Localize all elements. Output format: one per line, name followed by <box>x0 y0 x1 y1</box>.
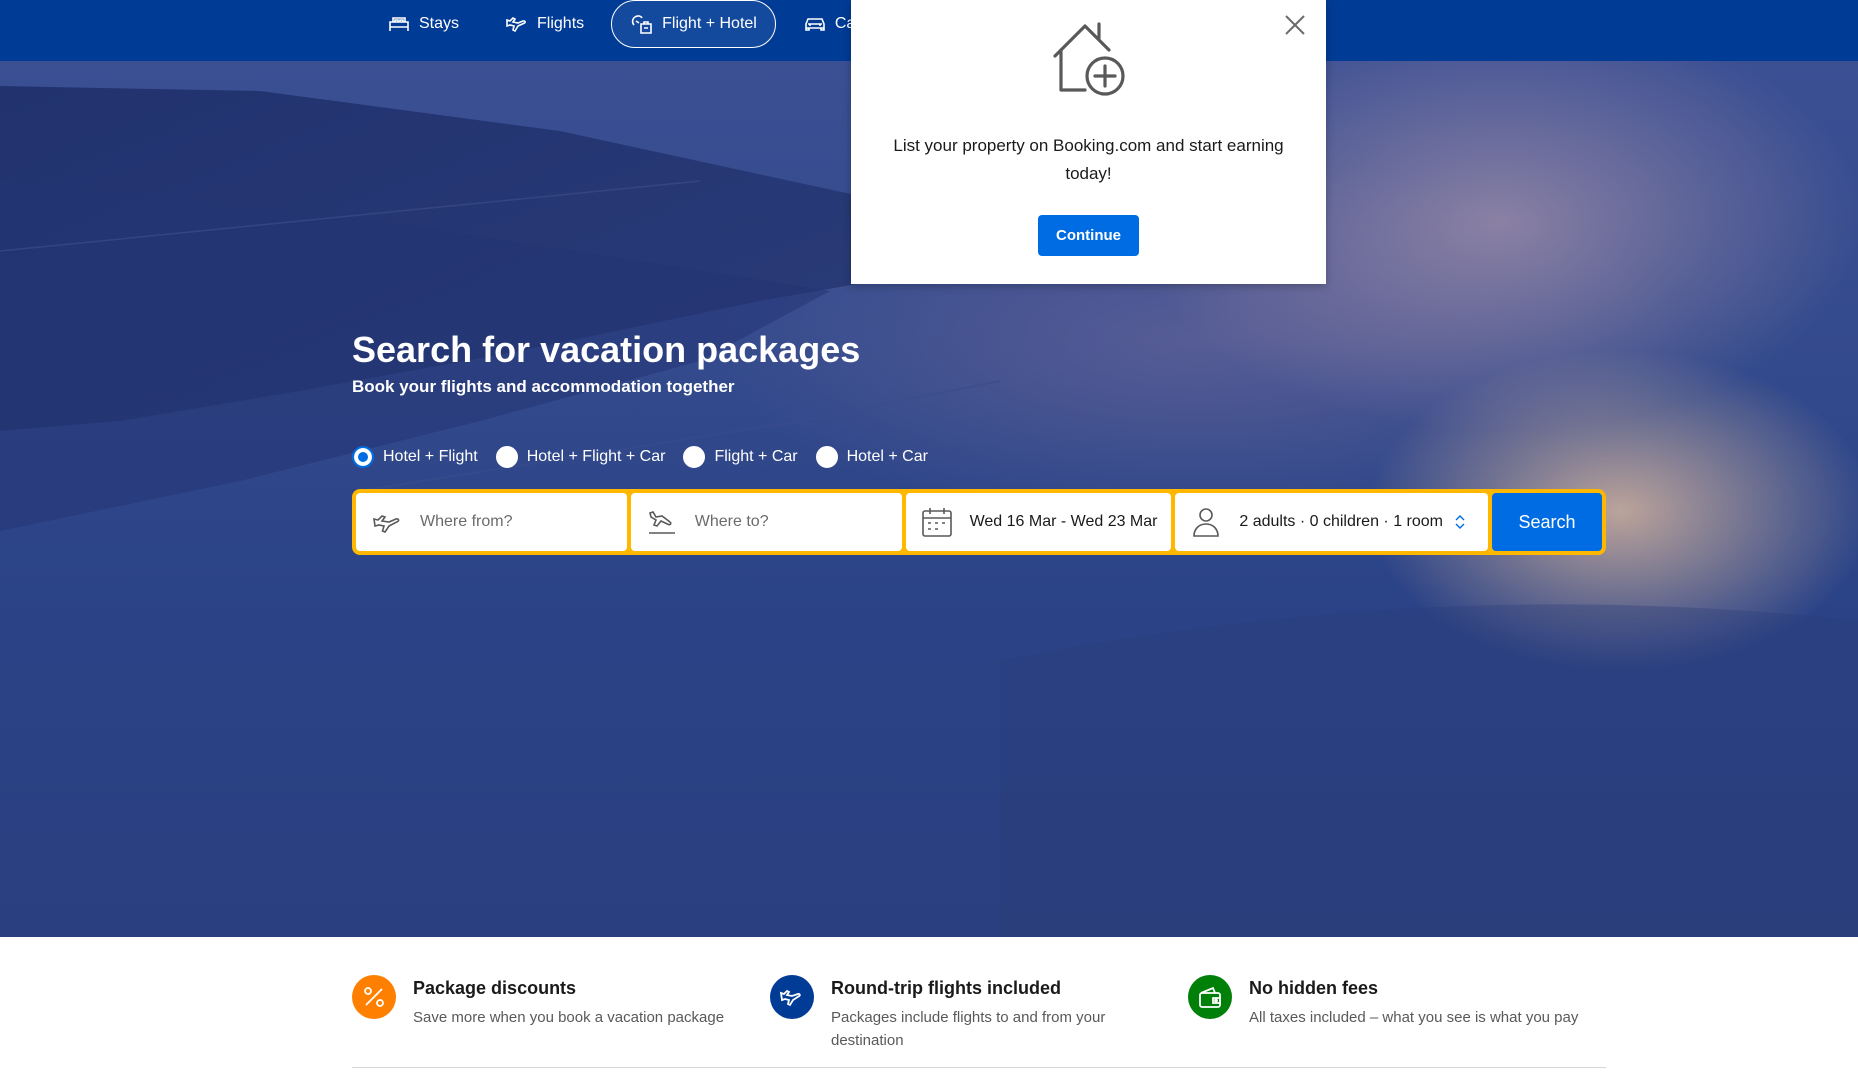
feature-title: No hidden fees <box>1249 978 1379 998</box>
origin-field[interactable] <box>356 493 627 551</box>
occupancy-value: 2 adults · 0 children · 1 room <box>1239 513 1443 530</box>
search-bar: Wed 16 Mar - Wed 23 Mar 2 adults · 0 chi… <box>352 489 1606 555</box>
occupancy-selector[interactable]: 2 adults · 0 children · 1 room <box>1175 493 1489 551</box>
page-title: Search for vacation packages <box>352 329 861 370</box>
percent-icon <box>352 975 396 1019</box>
radio-label: Hotel + Flight + Car <box>526 448 666 465</box>
wallet-icon <box>1188 975 1232 1019</box>
feature-no-hidden-fees: No hidden fees All taxes included – what… <box>1188 975 1606 1052</box>
search-button[interactable]: Search <box>1492 493 1602 551</box>
feature-list: Package discounts Save more when you boo… <box>352 975 1606 1052</box>
radio-label: Flight + Car <box>714 448 798 465</box>
nav-tabs: Stays Flights Flight + Hotel Car r <box>368 0 897 48</box>
destination-field[interactable] <box>630 493 902 551</box>
takeoff-icon <box>370 505 404 539</box>
house-plus-icon <box>1053 22 1125 96</box>
tab-stays[interactable]: Stays <box>368 0 478 48</box>
car-icon <box>803 12 827 36</box>
chevron-up-down-icon <box>1455 515 1465 529</box>
tab-label: Flights <box>537 15 585 32</box>
close-icon[interactable] <box>1284 14 1306 36</box>
flight-hotel-icon <box>630 12 654 36</box>
radio-button[interactable] <box>683 446 706 468</box>
radio-flight-car[interactable]: Flight + Car <box>683 446 798 468</box>
origin-input[interactable] <box>420 513 590 531</box>
feature-title: Package discounts <box>413 978 577 998</box>
list-property-popup: List your property on Booking.com and st… <box>851 0 1326 284</box>
plane-icon <box>505 12 529 36</box>
tab-label: Flight + Hotel <box>662 15 757 32</box>
radio-button[interactable] <box>815 446 838 468</box>
landing-icon <box>645 505 679 539</box>
tab-flights[interactable]: Flights <box>486 0 603 48</box>
radio-hotel-flight-car[interactable]: Hotel + Flight + Car <box>495 446 666 468</box>
person-icon <box>1189 505 1223 539</box>
package-type-selector: Hotel + Flight Hotel + Flight + Car Flig… <box>352 446 946 468</box>
date-range-value: Wed 16 Mar - Wed 23 Mar <box>969 513 1158 530</box>
radio-button[interactable] <box>495 446 518 468</box>
date-picker[interactable]: Wed 16 Mar - Wed 23 Mar <box>905 493 1172 551</box>
feature-title: Round-trip flights included <box>831 978 1061 998</box>
feature-round-trip-flights: Round-trip flights included Packages inc… <box>770 975 1188 1052</box>
bed-icon <box>387 12 411 36</box>
continue-button[interactable]: Continue <box>1038 215 1139 256</box>
destination-input[interactable] <box>694 513 865 531</box>
radio-hotel-flight[interactable]: Hotel + Flight <box>352 446 478 468</box>
radio-button[interactable] <box>352 446 374 468</box>
tab-flight-hotel[interactable]: Flight + Hotel <box>611 0 776 48</box>
feature-description: Save more when you book a vacation packa… <box>413 1009 725 1026</box>
plane-icon <box>770 975 814 1019</box>
feature-description: All taxes included – what you see is wha… <box>1249 1009 1579 1026</box>
calendar-icon <box>920 505 954 539</box>
feature-description: Packages include flights to and from you… <box>831 1009 1106 1049</box>
radio-hotel-car[interactable]: Hotel + Car <box>815 446 928 468</box>
popup-message: List your property on Booking.com and st… <box>893 136 1284 183</box>
tab-label: Stays <box>419 15 460 32</box>
section-divider <box>352 1067 1606 1068</box>
page-subtitle: Book your flights and accommodation toge… <box>352 377 735 396</box>
feature-package-discounts: Package discounts Save more when you boo… <box>352 975 770 1052</box>
radio-label: Hotel + Flight <box>383 448 478 465</box>
radio-label: Hotel + Car <box>846 448 928 465</box>
